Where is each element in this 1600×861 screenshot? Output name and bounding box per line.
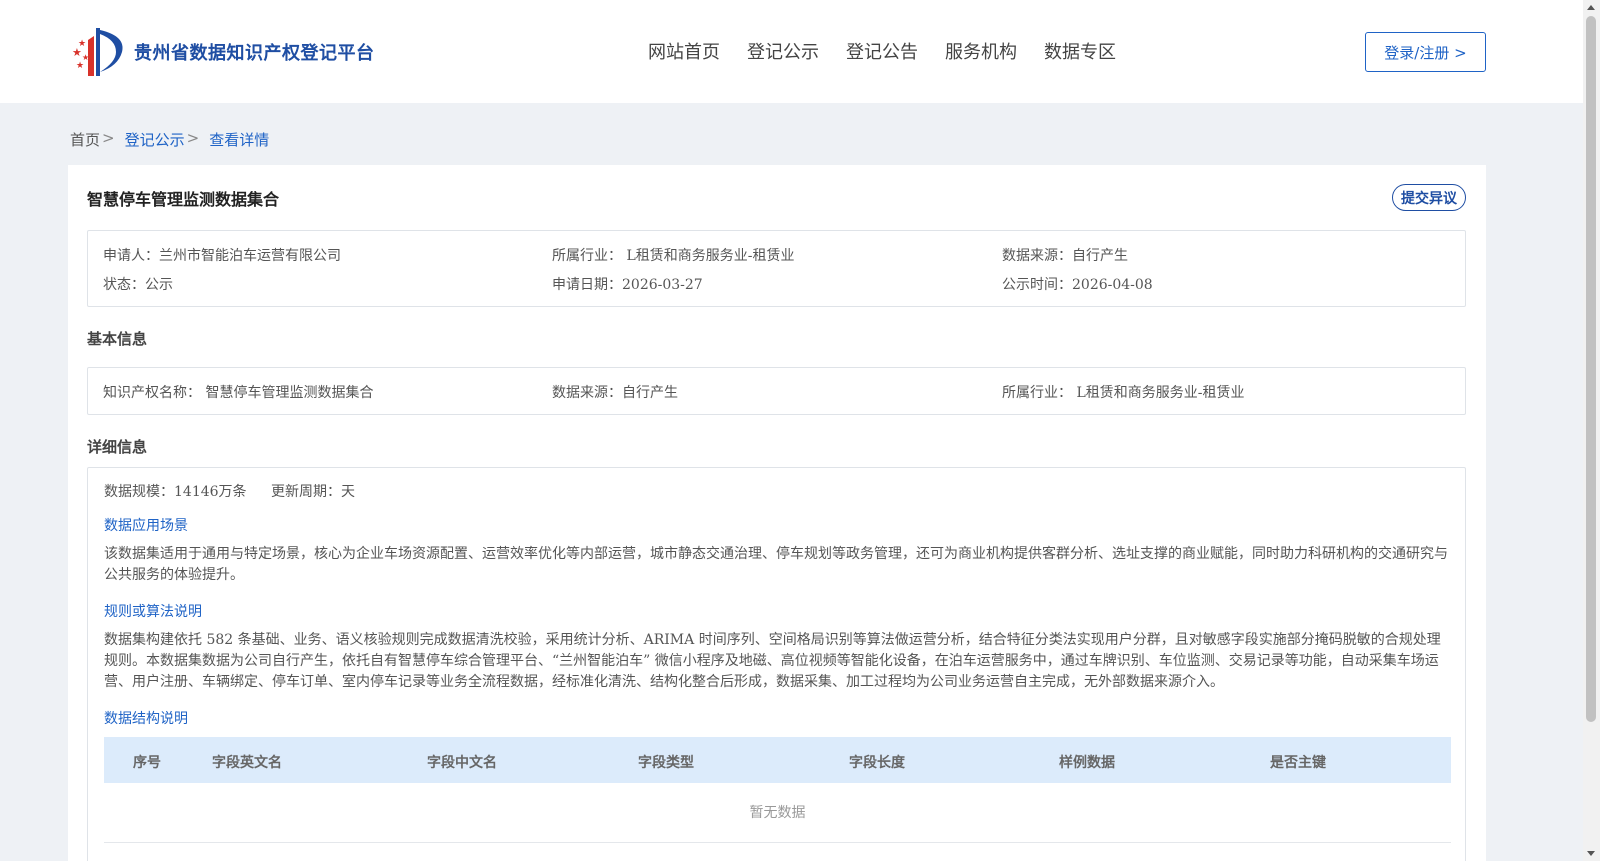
data-scale: 数据规模：14146万条 xyxy=(104,484,247,500)
breadcrumb-separator: > xyxy=(186,129,200,147)
rules-text: 数据集构建依托 582 条基础、业务、语义核验规则完成数据清洗校验，采用统计分析… xyxy=(104,632,1441,690)
th-field-type: 字段类型 xyxy=(638,755,694,771)
top-header: ★ ★ ★ ★ 贵州省数据知识产权登记平台 网站首页 登记公示 登记公告 服务机… xyxy=(0,0,1583,103)
detail-info-title: 详细信息 xyxy=(87,438,148,456)
table-empty-state: 暂无数据 xyxy=(104,783,1451,843)
table-header: 序号 字段英文名 字段中文名 字段类型 字段长度 样例数据 是否主键 xyxy=(104,737,1451,783)
apply-date: 申请日期：2026-03-27 xyxy=(552,277,703,293)
nav-registration-announcement[interactable]: 登记公告 xyxy=(846,38,918,64)
scenario-text: 该数据集适用于通用与特定场景，核心为企业车场资源配置、运营效率优化等内部运营，城… xyxy=(104,546,1448,583)
breadcrumb-publicity[interactable]: 登记公示 xyxy=(125,129,185,150)
applicant: 申请人：兰州市智能泊车运营有限公司 xyxy=(103,248,341,264)
scroll-down-arrow-icon[interactable] xyxy=(1587,851,1595,856)
nav-home[interactable]: 网站首页 xyxy=(648,38,720,64)
status: 状态：公示 xyxy=(103,277,173,293)
scale-line: 数据规模：14146万条 更新周期：天 xyxy=(104,481,355,501)
page: ★ ★ ★ ★ 贵州省数据知识产权登记平台 网站首页 登记公示 登记公告 服务机… xyxy=(0,0,1600,861)
publish-date: 公示时间：2026-04-08 xyxy=(1002,277,1153,293)
login-register-button[interactable]: 登录/注册 > xyxy=(1365,32,1486,72)
th-index: 序号 xyxy=(133,755,161,771)
basic-data-source: 数据来源：自行产生 xyxy=(552,385,678,401)
svg-text:★: ★ xyxy=(78,39,86,49)
breadcrumb-separator: > xyxy=(102,129,115,147)
breadcrumb-current: 查看详情 xyxy=(209,131,270,149)
basic-info-title: 基本信息 xyxy=(87,330,148,348)
update-cycle: 更新周期：天 xyxy=(271,484,355,500)
logo-icon: ★ ★ ★ ★ xyxy=(72,28,123,76)
structure-title: 数据结构说明 xyxy=(104,711,188,727)
record-title: 智慧停车管理监测数据集合 xyxy=(87,190,280,209)
th-english-name: 字段英文名 xyxy=(212,755,282,771)
breadcrumb: 首页 > 登记公示 > 查看详情 xyxy=(70,129,269,150)
th-chinese-name: 字段中文名 xyxy=(427,755,497,771)
nav-data-zone[interactable]: 数据专区 xyxy=(1044,38,1116,64)
detail-card: 智慧停车管理监测数据集合 提交异议 申请人：兰州市智能泊车运营有限公司 所属行业… xyxy=(68,165,1486,861)
data-source: 数据来源：自行产生 xyxy=(1002,248,1128,264)
structure-table: 序号 字段英文名 字段中文名 字段类型 字段长度 样例数据 是否主键 暂无数据 xyxy=(104,737,1451,843)
scenario-title: 数据应用场景 xyxy=(104,518,188,534)
site-name: 贵州省数据知识产权登记平台 xyxy=(134,43,375,64)
industry: 所属行业： L租赁和商务服务业-租赁业 xyxy=(552,248,795,264)
basic-industry: 所属行业： L租赁和商务服务业-租赁业 xyxy=(1002,385,1245,401)
main-nav: 网站首页 登记公示 登记公告 服务机构 数据专区 xyxy=(648,38,1143,64)
basic-info-box: 知识产权名称： 智慧停车管理监测数据集合 数据来源：自行产生 所属行业： L租赁… xyxy=(87,367,1466,415)
summary-box: 申请人：兰州市智能泊车运营有限公司 所属行业： L租赁和商务服务业-租赁业 数据… xyxy=(87,230,1466,307)
detail-info-box: 数据规模：14146万条 更新周期：天 数据应用场景 该数据集适用于通用与特定场… xyxy=(87,467,1466,861)
scroll-up-arrow-icon[interactable] xyxy=(1587,5,1595,10)
breadcrumb-home[interactable]: 首页 xyxy=(70,129,100,150)
th-primary-key: 是否主键 xyxy=(1270,755,1326,771)
svg-text:★: ★ xyxy=(76,61,84,71)
svg-text:★: ★ xyxy=(82,53,89,62)
rules-title: 规则或算法说明 xyxy=(104,604,202,620)
nav-registration-publicity[interactable]: 登记公示 xyxy=(747,38,819,64)
page-scrollbar[interactable] xyxy=(1583,0,1600,861)
submit-objection-button[interactable]: 提交异议 xyxy=(1392,184,1466,211)
site-logo[interactable]: ★ ★ ★ ★ 贵州省数据知识产权登记平台 xyxy=(70,26,375,78)
nav-service-agencies[interactable]: 服务机构 xyxy=(945,38,1017,64)
ip-name: 知识产权名称： 智慧停车管理监测数据集合 xyxy=(103,385,374,401)
th-field-length: 字段长度 xyxy=(849,755,905,771)
scrollbar-thumb[interactable] xyxy=(1586,16,1596,722)
th-sample-data: 样例数据 xyxy=(1059,755,1115,771)
